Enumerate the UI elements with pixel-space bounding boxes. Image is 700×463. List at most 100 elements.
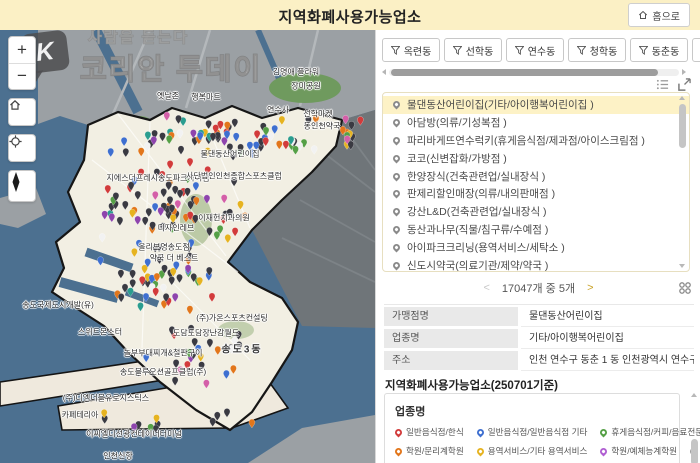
filter-icon — [453, 46, 462, 55]
brand-logo-letter: K — [34, 37, 55, 68]
table-row: 업종명 기타/아이행복어린이집 — [384, 329, 694, 349]
prev-page-arrow[interactable]: < — [483, 282, 489, 294]
map-label: 송도블루오션골프클럽(주) — [120, 367, 206, 378]
compass-button[interactable] — [8, 170, 36, 202]
pin-icon — [392, 136, 402, 146]
list-item-label: 동산과나무(직물/침구류/수예점 ) — [407, 222, 548, 237]
legend-item: 용역서비스/기타 용역서비스 — [477, 445, 588, 457]
list-item-label: 아이파크크리닝(용역서비스/세탁소 ) — [407, 240, 565, 255]
header: 지역화폐사용가능업소 홈으로 — [0, 0, 700, 31]
pagination: < 17047개 중 5개 > — [376, 276, 700, 300]
zoom-in-button[interactable]: + — [9, 37, 35, 64]
filter-icon — [639, 46, 648, 55]
list-item[interactable]: 강산L&D(건축관련업/실내장식 ) — [383, 203, 689, 221]
filter-icon — [515, 46, 524, 55]
list-item[interactable]: 아담방(의류/기성복점 ) — [383, 114, 689, 132]
map-label: 동인천약국 — [304, 121, 341, 132]
zoom-out-button[interactable]: − — [9, 64, 35, 90]
side-panel: 옥련동 선학동 연수동 청학동 동춘동 송도동 — [375, 30, 700, 463]
legend-item: 일반음식점/일반음식점 기타 — [477, 426, 588, 438]
list-view-icon[interactable] — [656, 78, 669, 91]
legend-item: 일반음식점/한식 — [395, 426, 464, 438]
store-details-table: 가맹점명 물댄동산어린이집 업종명 기타/아이행복어린이집 주소 인천 연수구 … — [384, 304, 694, 371]
pin-icon — [394, 427, 404, 437]
list-item[interactable]: 코코(신변잡화/가방점 ) — [383, 149, 689, 167]
tab-dongchun[interactable]: 동춘동 — [630, 38, 688, 62]
pin-icon — [475, 427, 485, 437]
map-label: 송도국제도시개발(유) — [22, 300, 94, 311]
grid-view-icon[interactable] — [678, 281, 692, 295]
list-item-label: 판제리할인매장(의류/내의판매점 ) — [407, 186, 555, 201]
pin-icon — [392, 260, 402, 270]
map-label: 이씨엘디선광컨테이너터미널 — [86, 429, 182, 440]
list-item-label: 물댄동산어린이집(기타/아이행복어린이집 ) — [407, 97, 594, 112]
locate-button[interactable] — [8, 134, 36, 162]
vscroll-thumb[interactable] — [691, 439, 698, 463]
list-item[interactable]: 물댄동산어린이집(기타/아이행복어린이집 ) — [383, 96, 689, 114]
detail-value: 기타/아이행복어린이집 — [521, 329, 694, 349]
map-label: 옛날존 — [157, 91, 179, 102]
map-label: (주)디엠더블유로지스틱스 — [63, 393, 149, 404]
list-item-label: 아담방(의류/기성복점 ) — [407, 115, 507, 130]
store-list: 물댄동산어린이집(기타/아이행복어린이집 ) 아담방(의류/기성복점 ) 파리바… — [382, 92, 690, 272]
next-page-arrow[interactable]: > — [587, 282, 593, 294]
scroll-left-arrow[interactable] — [382, 69, 386, 75]
list-item[interactable]: 한양장식(건축관련업/실내장식 ) — [383, 167, 689, 185]
map-canvas[interactable]: 김영애 플라워장미공원옛날존행복마트연수사선학마켓동인천약국물댄동산어린이집지에… — [0, 30, 375, 463]
detail-label: 업종명 — [384, 329, 518, 348]
legend-item: 학원/문리계학원 — [395, 445, 464, 457]
pin-icon — [392, 118, 402, 128]
tabs-horizontal-scrollbar[interactable] — [382, 68, 686, 76]
expand-icon[interactable] — [678, 78, 691, 91]
zoom-controls: + − — [8, 36, 36, 90]
page-title: 지역화폐사용가능업소 — [0, 6, 700, 27]
pin-icon — [392, 242, 402, 252]
pin-icon — [392, 189, 402, 199]
list-item-label: 코코(신변잡화/가방점 ) — [407, 151, 507, 166]
filter-icon — [577, 46, 586, 55]
list-item-label: 한양장식(건축관련업/실내장식 ) — [407, 169, 545, 184]
list-item[interactable]: 아이파크크리닝(용역서비스/세탁소 ) — [383, 238, 689, 256]
tab-cheonghak[interactable]: 청학동 — [568, 38, 626, 62]
map-label: 디자인레브 — [158, 223, 195, 234]
scroll-down-arrow[interactable] — [679, 264, 685, 268]
table-row: 주소 인천 연수구 동춘 1 동 인천광역시 연수구 청능대로 38 — [384, 351, 694, 371]
legend-vertical-scrollbar[interactable] — [690, 393, 699, 461]
watermark-brand: 코리안 투데이 — [80, 46, 262, 88]
filter-icon — [391, 46, 400, 55]
scroll-up-arrow[interactable] — [691, 393, 697, 397]
detail-value: 물댄동산어린이집 — [521, 307, 694, 327]
pin-icon — [475, 446, 485, 456]
tab-yeonsu[interactable]: 연수동 — [506, 38, 564, 62]
table-row: 가맹점명 물댄동산어린이집 — [384, 307, 694, 327]
tab-songdo[interactable]: 송도동 — [692, 38, 700, 62]
map-label: 도담도담장난감월드 — [173, 328, 239, 339]
list-item[interactable]: 동산과나무(직물/침구류/수예점 ) — [383, 221, 689, 239]
legend-title: 업종명 — [395, 403, 669, 419]
scroll-right-arrow[interactable] — [682, 69, 686, 75]
list-item-label: 신도시약국(의료기관/제약/약국 ) — [407, 258, 548, 272]
vscroll-thumb[interactable] — [679, 104, 686, 148]
list-toolbar — [656, 78, 691, 91]
tab-seonhak[interactable]: 선학동 — [444, 38, 502, 62]
hscroll-thumb[interactable] — [391, 69, 658, 76]
map-label: 스위트몬스터 — [78, 327, 122, 338]
map-label: 놀부부대찌개&철판구이 — [124, 348, 203, 359]
detail-value: 인천 연수구 동춘 1 동 인천광역시 연수구 청능대로 38 — [521, 351, 694, 371]
map-home-button[interactable] — [8, 98, 36, 126]
legend-box: 업종명 일반음식점/한식 일반음식점/일반음식점 기타 휴게음식점/커피/음료전… — [384, 393, 680, 463]
tab-okryeon[interactable]: 옥련동 — [382, 38, 440, 62]
home-button[interactable]: 홈으로 — [628, 3, 690, 27]
tab-label: 청학동 — [590, 43, 618, 58]
list-item[interactable]: 신도시약국(의료기관/제약/약국 ) — [383, 256, 689, 272]
pin-icon — [392, 207, 402, 217]
list-item[interactable]: 판제리할인매장(의류/내의판매점 ) — [383, 185, 689, 203]
tab-label: 연수동 — [528, 43, 556, 58]
pin-icon — [392, 100, 402, 110]
scroll-up-arrow[interactable] — [679, 96, 685, 100]
list-item[interactable]: 파리바게뜨연수럭키(휴게음식점/제과점/아이스크림점 ) — [383, 132, 689, 150]
list-item-label: 파리바게뜨연수럭키(휴게음식점/제과점/아이스크림점 ) — [407, 133, 645, 148]
home-icon — [638, 10, 648, 20]
district-tabs: 옥련동 선학동 연수동 청학동 동춘동 송도동 — [382, 38, 700, 62]
list-vertical-scrollbar[interactable] — [678, 96, 687, 268]
